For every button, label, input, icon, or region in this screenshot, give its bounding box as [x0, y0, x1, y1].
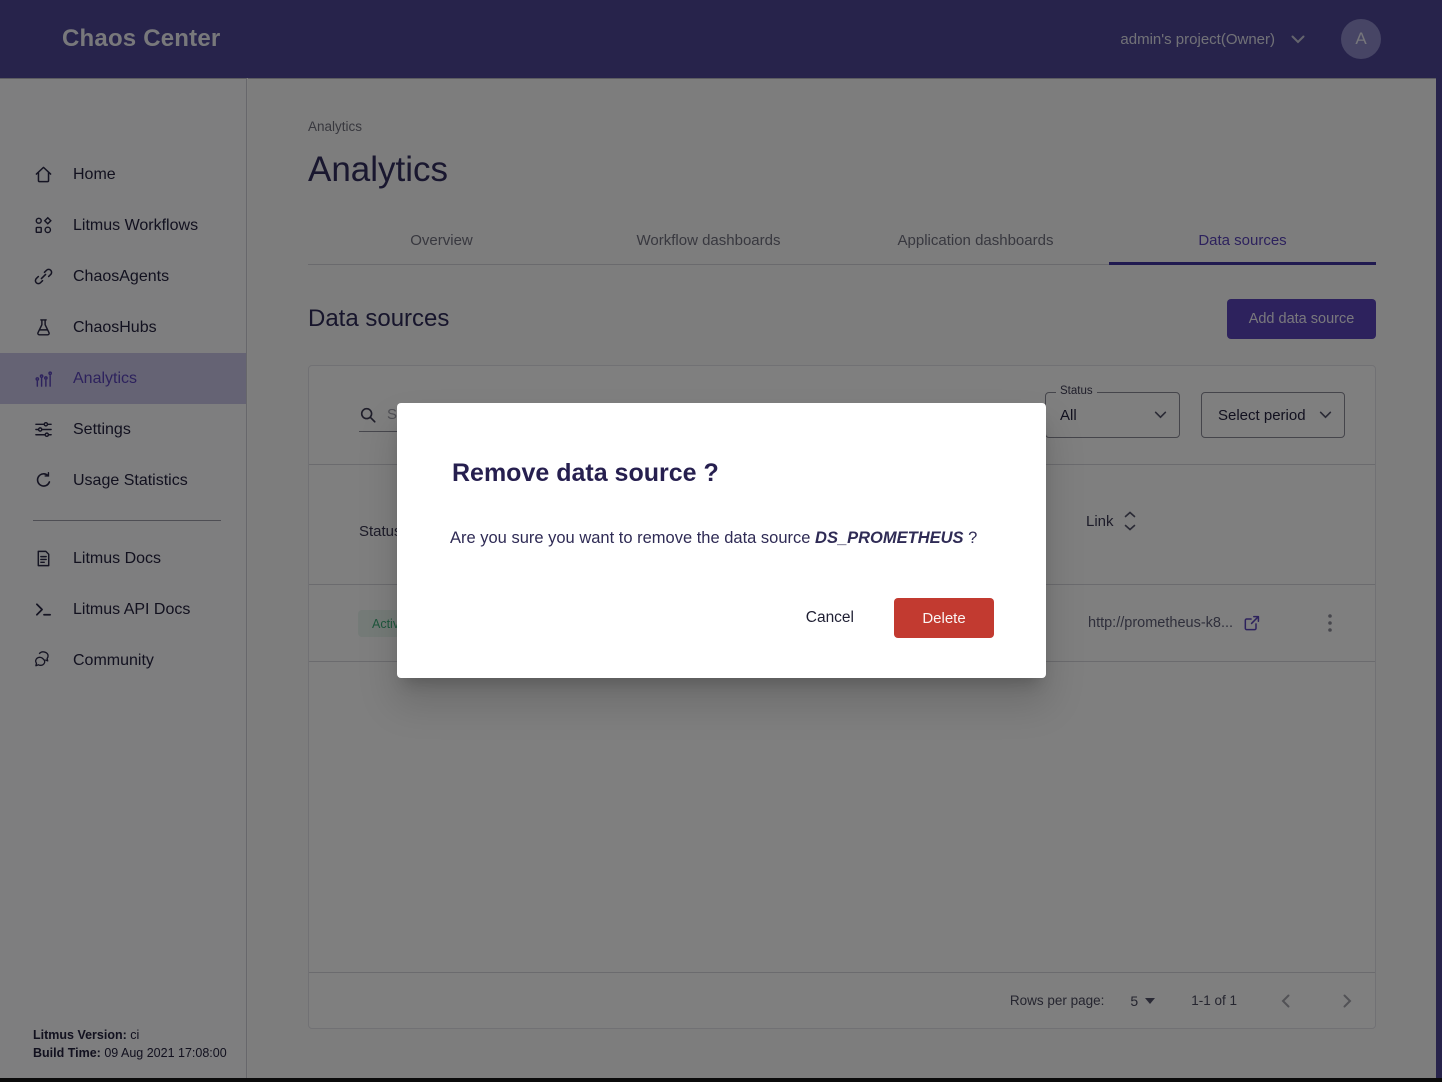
dialog-actions: Cancel Delete [806, 598, 994, 638]
dialog-body-text: Are you sure you want to remove the data… [450, 529, 815, 547]
dialog-body-suffix: ? [964, 529, 978, 547]
dialog-body: Are you sure you want to remove the data… [450, 529, 977, 548]
cancel-button[interactable]: Cancel [806, 609, 854, 627]
data-source-name: DS_PROMETHEUS [815, 529, 964, 547]
remove-data-source-dialog: Remove data source ? Are you sure you wa… [397, 403, 1046, 678]
delete-button[interactable]: Delete [894, 598, 994, 638]
dialog-title: Remove data source ? [452, 459, 719, 488]
chaos-center-app: Chaos Center admin's project(Owner) A Ho… [0, 0, 1442, 1082]
